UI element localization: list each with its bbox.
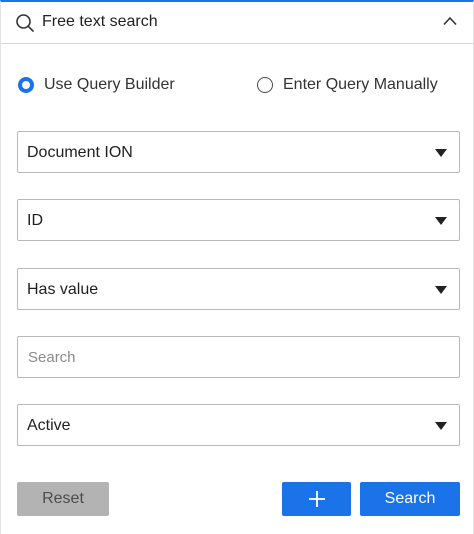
caret-down-icon xyxy=(435,422,447,430)
header-title: Free text search xyxy=(42,13,158,30)
free-text-search-header[interactable]: Free text search xyxy=(1,2,473,44)
caret-down-icon xyxy=(435,286,447,294)
add-condition-button[interactable] xyxy=(282,482,351,516)
plus-icon xyxy=(308,491,325,507)
radio-label: Enter Query Manually xyxy=(283,76,438,93)
select-value: ID xyxy=(27,212,43,229)
search-button[interactable]: Search xyxy=(360,482,460,516)
reset-button[interactable]: Reset xyxy=(17,482,109,516)
radio-button-unchecked[interactable] xyxy=(257,77,273,93)
query-builder-panel: Free text search Use Query Builder Enter… xyxy=(0,0,474,534)
radio-label: Use Query Builder xyxy=(44,76,175,93)
document-type-select[interactable]: Document ION xyxy=(17,131,460,173)
select-value: Active xyxy=(27,417,71,434)
search-input[interactable] xyxy=(18,337,459,377)
caret-down-icon xyxy=(435,149,447,157)
search-value-field[interactable] xyxy=(17,336,460,378)
status-select[interactable]: Active xyxy=(17,404,460,446)
select-value: Has value xyxy=(27,281,99,298)
search-icon xyxy=(16,14,34,32)
radio-enter-query-manually[interactable]: Enter Query Manually xyxy=(257,74,438,96)
radio-button-checked[interactable] xyxy=(18,77,34,93)
radio-use-query-builder[interactable]: Use Query Builder xyxy=(18,74,175,96)
chevron-up-icon[interactable] xyxy=(443,16,457,26)
attribute-select[interactable]: ID xyxy=(17,199,460,241)
operator-select[interactable]: Has value xyxy=(17,268,460,310)
caret-down-icon xyxy=(435,217,447,225)
select-value: Document ION xyxy=(27,144,133,161)
